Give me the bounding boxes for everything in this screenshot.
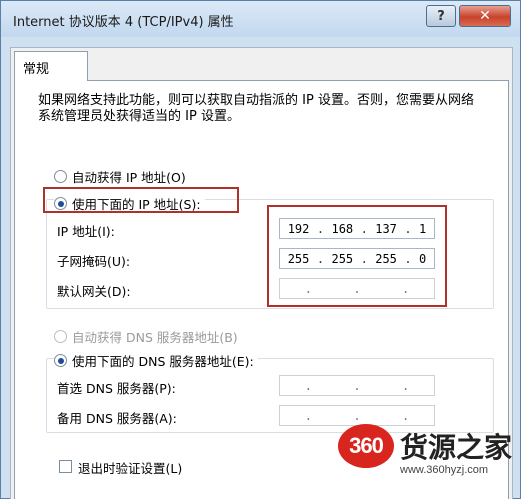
auto-dns-label: 自动获得 DNS 服务器地址(B) bbox=[72, 330, 238, 345]
separator: . bbox=[304, 378, 312, 393]
separator: . bbox=[402, 408, 410, 423]
tab-general-label: 常规 bbox=[23, 62, 50, 77]
title-bar[interactable]: Internet 协议版本 4 (TCP/IPv4) 属性 ? ✕ bbox=[1, 1, 520, 37]
manual-dns-radio-button[interactable] bbox=[54, 354, 67, 367]
manual-dns-radio[interactable]: 使用下面的 DNS 服务器地址(E): bbox=[54, 351, 258, 370]
manual-ip-highlight bbox=[43, 187, 239, 213]
validate-on-exit-checkbox[interactable] bbox=[59, 460, 72, 473]
address-fields-highlight bbox=[267, 205, 447, 307]
preferred-dns-label: 首选 DNS 服务器(P): bbox=[57, 381, 176, 396]
validate-on-exit-label: 退出时验证设置(L) bbox=[78, 461, 183, 476]
auto-dns-radio[interactable]: 自动获得 DNS 服务器地址(B) bbox=[54, 327, 238, 346]
separator: . bbox=[353, 408, 361, 423]
alternate-dns-label: 备用 DNS 服务器(A): bbox=[57, 411, 177, 426]
manual-dns-label: 使用下面的 DNS 服务器地址(E): bbox=[72, 354, 254, 369]
logo-badge: 360 bbox=[338, 424, 394, 468]
tcpip-properties-dialog: Internet 协议版本 4 (TCP/IPv4) 属性 ? ✕ 常规 如果网… bbox=[0, 0, 521, 499]
ip-address-label: IP 地址(I): bbox=[57, 224, 115, 239]
logo-brand: 货源之家 bbox=[400, 431, 513, 464]
help-button[interactable]: ? bbox=[426, 5, 456, 27]
separator: . bbox=[353, 378, 361, 393]
separator: . bbox=[402, 378, 410, 393]
auto-ip-label: 自动获得 IP 地址(O) bbox=[72, 170, 186, 185]
description-text: 如果网络支持此功能，则可以获取自动指派的 IP 设置。否则，您需要从网络系统管理… bbox=[38, 93, 474, 124]
logo-url: www.360hyzj.com bbox=[400, 464, 489, 476]
preferred-dns-input[interactable]: ... bbox=[279, 375, 435, 396]
default-gateway-label: 默认网关(D): bbox=[57, 284, 131, 299]
help-icon: ? bbox=[437, 8, 445, 24]
auto-dns-radio-button[interactable] bbox=[54, 330, 67, 343]
subnet-mask-label: 子网掩码(U): bbox=[57, 254, 131, 269]
separator: . bbox=[304, 408, 312, 423]
tab-general[interactable]: 常规 bbox=[14, 51, 88, 81]
auto-ip-radio-button[interactable] bbox=[54, 170, 67, 183]
auto-ip-radio[interactable]: 自动获得 IP 地址(O) bbox=[54, 167, 186, 186]
close-button[interactable]: ✕ bbox=[459, 5, 511, 27]
close-icon: ✕ bbox=[479, 8, 491, 24]
watermark-logo: 360 货源之家 www.360hyzj.com bbox=[334, 422, 521, 484]
window-title: Internet 协议版本 4 (TCP/IPv4) 属性 bbox=[13, 15, 234, 30]
